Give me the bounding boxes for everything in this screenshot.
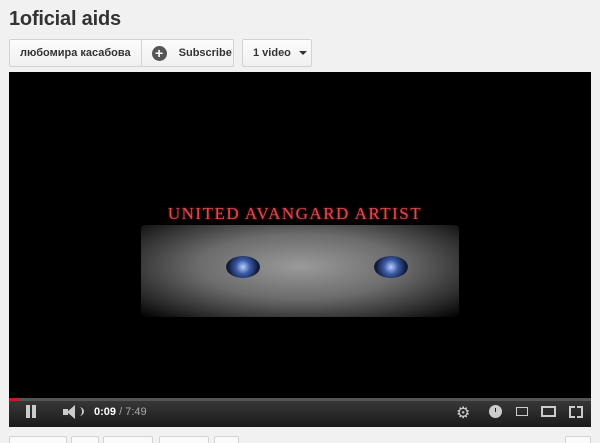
large-player-icon[interactable] (541, 406, 556, 417)
right-eye (374, 256, 408, 278)
video-frame-banner: UNITED AVANGARD ARTIST (136, 199, 459, 317)
like-button[interactable] (9, 436, 67, 443)
time-display: 0:09 / 7:49 (94, 406, 147, 418)
subscribe-button[interactable]: Subscribe (179, 47, 232, 59)
time-separator: / (116, 406, 126, 418)
player-controls-bar: 0:09 / 7:49 ⚙ (9, 398, 591, 427)
video-count-label: 1 video (253, 47, 291, 59)
current-time: 0:09 (94, 406, 117, 418)
about-button[interactable] (103, 436, 153, 443)
small-player-icon[interactable] (516, 407, 528, 416)
channel-owner-link[interactable]: любомира касабова (10, 40, 142, 66)
banner-text: UNITED AVANGARD ARTIST (167, 204, 423, 223)
pause-icon[interactable] (24, 405, 39, 420)
eyes-image (141, 225, 459, 317)
chevron-down-icon (298, 51, 307, 55)
total-time: 7:49 (125, 406, 147, 418)
video-title: 1oficial aids (9, 8, 121, 30)
action-buttons-row (9, 436, 591, 443)
volume-icon[interactable] (63, 405, 84, 419)
video-count-dropdown[interactable]: 1 video (242, 39, 312, 67)
progress-played (9, 398, 21, 401)
video-player[interactable]: UNITED AVANGARD ARTIST 0:09 / 7:49 ⚙ (9, 72, 591, 427)
fullscreen-icon[interactable] (569, 406, 583, 418)
left-eye (226, 256, 260, 278)
channel-subscribe-group: любомира касабова + Subscribe (9, 39, 234, 67)
stats-button[interactable] (565, 436, 591, 443)
add-to-button[interactable] (214, 436, 239, 443)
watch-later-icon[interactable] (489, 405, 502, 418)
settings-gear-icon[interactable]: ⚙ (456, 403, 470, 423)
share-button[interactable] (159, 436, 209, 443)
progress-bar[interactable] (9, 398, 591, 401)
dislike-button[interactable] (71, 436, 99, 443)
plus-circle-icon[interactable]: + (151, 45, 167, 61)
